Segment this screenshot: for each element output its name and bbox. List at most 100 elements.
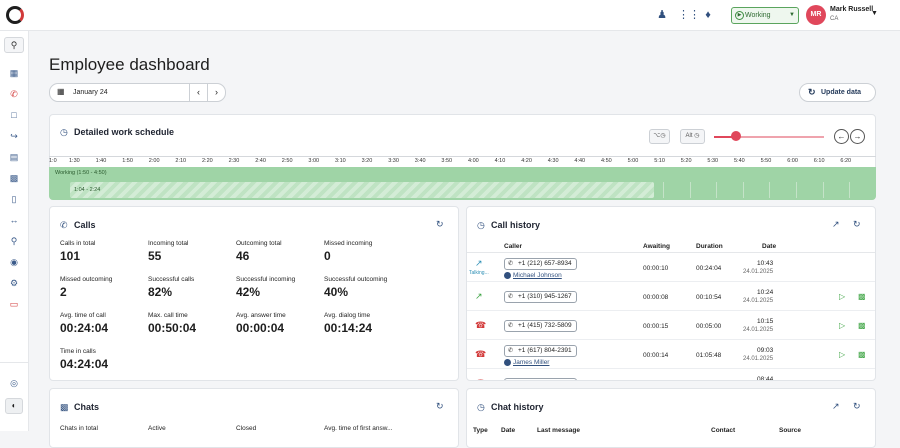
calendar-icon: ▦ xyxy=(57,87,65,96)
timeline-tick: 1:30 xyxy=(69,158,80,164)
call-metric: Time in calls 04:24:04 xyxy=(60,348,146,371)
table-row[interactable]: ☎ ✆ +1 (617) 804-2391 James Miller 00:00:14 0… xyxy=(467,341,875,369)
play-recording-icon[interactable]: ▷ xyxy=(839,350,845,359)
zoom-slider-handle[interactable] xyxy=(731,131,741,141)
users-icon[interactable]: ♟ xyxy=(655,8,669,22)
apps-grid-icon[interactable]: ⋮⋮ xyxy=(678,8,700,22)
timeline-ruler: 1:0 1:30 1:40 1:50 2:00 2:10 2:20 2:30 2:40 2:50 3… xyxy=(49,156,876,167)
dashboard-icon[interactable]: ▦ xyxy=(7,66,21,80)
table-row[interactable]: ↗ Talking... ✆ +1 (212) 657-8934 Michael Joh… xyxy=(467,254,875,282)
caller-phone[interactable]: ✆ +1 (617) 804-2391 xyxy=(504,345,577,357)
timeline-tick: 2:50 xyxy=(281,158,293,164)
missed-call-icon: ☎ xyxy=(475,378,486,380)
message-icon[interactable]: ▩ xyxy=(858,321,866,330)
call-metric: Avg. answer time 00:00:04 xyxy=(236,312,322,335)
play-recording-icon[interactable]: ▷ xyxy=(839,321,845,330)
history-icon: ◷ xyxy=(477,220,485,230)
messages-icon[interactable]: ▩ xyxy=(7,171,21,185)
call-history-title: Call history xyxy=(491,220,541,230)
refresh-icon[interactable]: ↻ xyxy=(853,219,861,230)
reports-icon[interactable]: ▯ xyxy=(7,192,21,206)
timeline-tick: 3:20 xyxy=(361,158,373,164)
globe-icon[interactable]: ◎ xyxy=(7,376,21,390)
caller-phone[interactable]: ✆ +1 (415) 732-5809 xyxy=(504,320,577,332)
table-row[interactable]: ☎ ✆ +1 (415) 732-5809 00:00:15 00:05:00 10:15… xyxy=(467,312,875,340)
timeline-forward-button[interactable]: → xyxy=(850,129,865,144)
metric-value: 00:14:24 xyxy=(324,321,373,335)
col-awaiting: Awaiting xyxy=(643,243,670,250)
settings-gear-icon[interactable]: ⚙ xyxy=(7,276,21,290)
timeline-tick: 6:10 xyxy=(813,158,825,164)
metric-value: 55 xyxy=(148,249,162,263)
search-icon[interactable]: ⚲ xyxy=(7,234,21,248)
timeline-tick: 4:00 xyxy=(468,158,479,164)
phone-icon[interactable]: ✆ xyxy=(7,87,21,101)
timeline-tick: 4:10 xyxy=(494,158,506,164)
app-logo-icon[interactable] xyxy=(6,6,24,24)
call-duration: 00:05:00 xyxy=(696,323,722,330)
avatar[interactable]: MR xyxy=(806,5,826,25)
play-recording-icon[interactable]: ▷ xyxy=(839,379,845,380)
table-row[interactable]: ↗ ✆ +1 (310) 945-1267 00:00:08 00:10:54 10:24… xyxy=(467,283,875,311)
caller-phone[interactable]: ✆ +1 (212) 657-8934 xyxy=(504,258,577,270)
call-history-panel: ◷ Call history ↗ ↻ Caller Awaiting Durat… xyxy=(466,206,876,381)
next-date-button[interactable]: › xyxy=(207,83,226,102)
collapse-sidebar-icon[interactable]: ◐ xyxy=(5,398,23,414)
open-external-icon[interactable]: ↗ xyxy=(832,219,840,230)
call-forward-icon[interactable]: ↪ xyxy=(7,129,21,143)
call-metric: Successful incoming 42% xyxy=(236,276,322,299)
timeline-tick: 6:20 xyxy=(840,158,852,164)
user-icon xyxy=(504,359,511,366)
update-data-button[interactable]: ↻ Update data xyxy=(799,83,876,102)
working-period-bar[interactable]: 1:04 - 2:24 xyxy=(70,182,654,198)
metric-label: Outcoming total xyxy=(236,240,282,247)
calls-title: Calls xyxy=(74,220,96,230)
date-picker[interactable]: ▦ January 24 xyxy=(49,83,190,102)
call-metric: Avg. dialog time 00:14:24 xyxy=(324,312,410,335)
caller-contact-link[interactable]: Michael Johnson xyxy=(504,272,562,279)
refresh-icon[interactable]: ↻ xyxy=(436,219,444,230)
alt-toggle[interactable]: Alt ◷ xyxy=(680,129,705,144)
call-duration: 00:10:54 xyxy=(696,294,722,301)
message-icon[interactable]: ▩ xyxy=(858,350,866,359)
call-time: 10:15 xyxy=(757,318,774,325)
sidebar-search-icon[interactable]: ⚲ xyxy=(4,37,24,53)
timeline-tick: 3:50 xyxy=(441,158,453,164)
talking-status: Talking... xyxy=(469,270,489,276)
message-icon[interactable]: ▩ xyxy=(858,379,866,380)
timeline-tick: 2:30 xyxy=(228,158,240,164)
chat-icon[interactable]: □ xyxy=(7,108,21,122)
phone-icon: ✆ xyxy=(508,261,514,267)
caller-contact-link[interactable]: James Miller xyxy=(504,359,549,366)
sidebar: ⚲ ▦ ✆ □ ↪ ▤ ▩ ▯ ↔ ⚲ ◉ ⚙ ▭ ◎ ◐ xyxy=(0,31,29,431)
user-icon xyxy=(504,272,511,279)
metric-value: 46 xyxy=(236,249,250,263)
call-metric: Successful outcoming 40% xyxy=(324,276,410,299)
integrations-icon[interactable]: ↔ xyxy=(7,213,21,227)
caller-phone[interactable]: ✆ +1 (310) 945-1267 xyxy=(504,291,577,303)
message-icon[interactable]: ▩ xyxy=(858,292,866,301)
timeline-tick: 3:10 xyxy=(335,158,346,164)
bot-icon[interactable]: ◉ xyxy=(7,255,21,269)
refresh-icon[interactable]: ↻ xyxy=(436,401,444,412)
status-dropdown[interactable]: ▶ Working ▼ xyxy=(731,7,799,24)
status-label: Working xyxy=(745,12,771,19)
shortcut-toggle[interactable]: ⌥◷ xyxy=(649,129,670,144)
metric-label: Successful incoming xyxy=(236,276,296,283)
prev-date-button[interactable]: ‹ xyxy=(189,83,208,102)
refresh-icon[interactable]: ↻ xyxy=(853,401,861,412)
user-menu-chevron-icon[interactable]: ▼ xyxy=(871,10,878,17)
inbox-icon[interactable]: ▤ xyxy=(7,150,21,164)
open-external-icon[interactable]: ↗ xyxy=(832,401,840,412)
call-time: 10:43 xyxy=(757,260,774,267)
notifications-bell-icon[interactable]: ♦ xyxy=(701,8,715,22)
call-metric: Incoming total 55 xyxy=(148,240,234,263)
timeline-slot-divider xyxy=(663,182,664,198)
caller-phone[interactable]: ✆ +1 (646) 993-4710 xyxy=(504,378,577,380)
call-metric: Avg. time of call 00:24:04 xyxy=(60,312,146,335)
timeline-back-button[interactable]: ← xyxy=(834,129,849,144)
table-row[interactable]: ☎✆+1 (646) 993-471000:00:1401:05:4808:44… xyxy=(467,370,875,380)
play-recording-icon[interactable]: ▷ xyxy=(839,292,845,301)
timeline-tick: 6:00 xyxy=(787,158,798,164)
alerts-icon[interactable]: ▭ xyxy=(7,297,21,311)
